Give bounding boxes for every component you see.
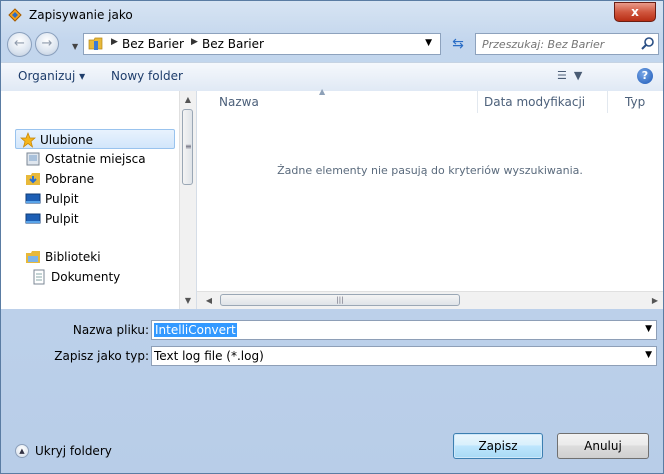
- address-row: ← → ▼ ▶ Bez Barier ▶ Bez Barier ▼ ⇆: [1, 29, 663, 61]
- nav-item-documents[interactable]: Dokumenty: [21, 267, 199, 287]
- breadcrumb-item[interactable]: Bez Barier: [122, 37, 184, 51]
- search-box[interactable]: [475, 33, 659, 55]
- save-as-dialog: Zapisywanie jako x ← → ▼ ▶ Bez Barier ▶ …: [0, 0, 664, 474]
- column-header-name[interactable]: Nazwa: [219, 95, 259, 109]
- nav-item-label: Dokumenty: [51, 270, 121, 284]
- filename-label: Nazwa pliku:: [72, 323, 149, 337]
- nav-item-label: Pulpit: [45, 212, 79, 226]
- chevron-down-icon[interactable]: ▼: [425, 38, 432, 48]
- libraries-icon: [26, 251, 40, 263]
- forward-button[interactable]: →: [35, 32, 59, 56]
- navigation-pane: Ulubione Ostatnie miejsca Pobrane Pulpit…: [1, 91, 197, 309]
- nav-item-desktop[interactable]: Pulpit: [21, 189, 199, 209]
- scroll-left-icon[interactable]: ◀: [201, 292, 217, 309]
- window-title: Zapisywanie jako: [29, 8, 133, 22]
- selected-text: IntelliConvert: [154, 323, 237, 337]
- desktop-icon: [25, 193, 41, 204]
- search-input[interactable]: [476, 34, 642, 54]
- organize-button[interactable]: Organizuj ▾: [18, 69, 85, 83]
- filename-input-value[interactable]: IntelliConvert: [154, 323, 237, 337]
- nav-item-label: Pobrane: [45, 172, 95, 186]
- sort-ascending-icon: ▲: [319, 87, 326, 96]
- chevron-right-icon[interactable]: ▶: [191, 37, 198, 47]
- column-header-type[interactable]: Typ: [625, 95, 645, 109]
- nav-item-label: Biblioteki: [45, 250, 101, 264]
- filetype-value: Text log file (*.log): [154, 349, 264, 363]
- title-bar: Zapisywanie jako x: [1, 1, 663, 29]
- scroll-up-icon[interactable]: ▲: [180, 91, 196, 108]
- hide-folders-label: Ukryj foldery: [35, 444, 112, 458]
- nav-item-favorites[interactable]: Ulubione: [15, 129, 175, 149]
- search-icon[interactable]: [640, 36, 656, 52]
- column-divider[interactable]: [477, 91, 478, 113]
- scroll-right-icon[interactable]: ▶: [647, 292, 663, 309]
- breadcrumb-item[interactable]: Bez Barier: [202, 37, 264, 51]
- browser-area: Ulubione Ostatnie miejsca Pobrane Pulpit…: [1, 87, 663, 309]
- view-options-button[interactable]: ☰ ▼: [557, 69, 582, 82]
- scroll-down-icon[interactable]: ▼: [180, 292, 196, 309]
- chevron-down-icon: ▼: [573, 69, 583, 82]
- app-icon: [8, 8, 22, 22]
- filetype-select[interactable]: Text log file (*.log) ▼: [151, 346, 657, 366]
- save-form: Nazwa pliku: IntelliConvert ▼ Zapisz jak…: [1, 309, 663, 473]
- empty-results-message: Żadne elementy nie pasują do kryteriów w…: [277, 164, 583, 177]
- refresh-icon: ⇆: [452, 36, 464, 52]
- nav-item-label: Ostatnie miejsca: [45, 152, 146, 166]
- nav-item-label: Pulpit: [45, 192, 79, 206]
- filetype-label: Zapisz jako typ:: [54, 349, 149, 363]
- chevron-up-icon: ▲: [15, 444, 29, 458]
- new-folder-button[interactable]: Nowy folder: [111, 69, 183, 83]
- close-button[interactable]: x: [614, 2, 656, 22]
- nav-item-downloads[interactable]: Pobrane: [21, 169, 199, 189]
- address-bar[interactable]: ▶ Bez Barier ▶ Bez Barier ▼: [83, 33, 441, 55]
- scrollbar-thumb[interactable]: |||: [220, 294, 460, 306]
- column-divider[interactable]: [607, 91, 608, 113]
- column-header-row: ▲ Nazwa Data modyfikacji Typ: [197, 87, 663, 113]
- grip-icon: ≡: [185, 142, 192, 151]
- recent-pages-dropdown-icon[interactable]: ▼: [72, 42, 78, 51]
- command-bar: Organizuj ▾ Nowy folder ☰ ▼ ?: [1, 62, 663, 92]
- cancel-button[interactable]: Anuluj: [557, 433, 649, 459]
- chevron-down-icon[interactable]: ▼: [645, 324, 652, 334]
- nav-item-libraries[interactable]: Biblioteki: [21, 247, 199, 267]
- filename-field[interactable]: IntelliConvert ▼: [151, 320, 657, 340]
- back-arrow-icon: ←: [14, 36, 25, 51]
- nav-item-desktop[interactable]: Pulpit: [21, 209, 199, 229]
- documents-icon: [33, 269, 45, 285]
- column-header-date-modified[interactable]: Data modyfikacji: [484, 95, 585, 109]
- desktop-icon: [25, 213, 41, 224]
- nav-item-recent-places[interactable]: Ostatnie miejsca: [21, 149, 199, 169]
- folder-icon: [88, 37, 103, 50]
- chevron-down-icon[interactable]: ▼: [645, 350, 652, 360]
- nav-item-label: Ulubione: [40, 133, 94, 147]
- star-icon: [20, 132, 36, 148]
- recent-places-icon: [26, 152, 40, 166]
- chevron-right-icon[interactable]: ▶: [111, 37, 118, 47]
- downloads-icon: [26, 173, 40, 185]
- nav-pane-scrollbar[interactable]: ▲ ≡ ▼: [179, 91, 196, 309]
- grip-icon: |||: [336, 296, 344, 304]
- save-button[interactable]: Zapisz: [453, 433, 543, 459]
- file-list-pane: ▲ Nazwa Data modyfikacji Typ Żadne eleme…: [197, 87, 663, 309]
- back-button[interactable]: ←: [7, 32, 32, 57]
- help-icon[interactable]: ?: [637, 68, 653, 84]
- forward-arrow-icon: →: [41, 36, 53, 51]
- view-list-icon: ☰: [557, 69, 567, 82]
- scrollbar-thumb[interactable]: ≡: [182, 109, 193, 185]
- file-list-scrollbar[interactable]: ◀ ||| ▶: [197, 291, 663, 309]
- refresh-button[interactable]: ⇆: [447, 33, 469, 55]
